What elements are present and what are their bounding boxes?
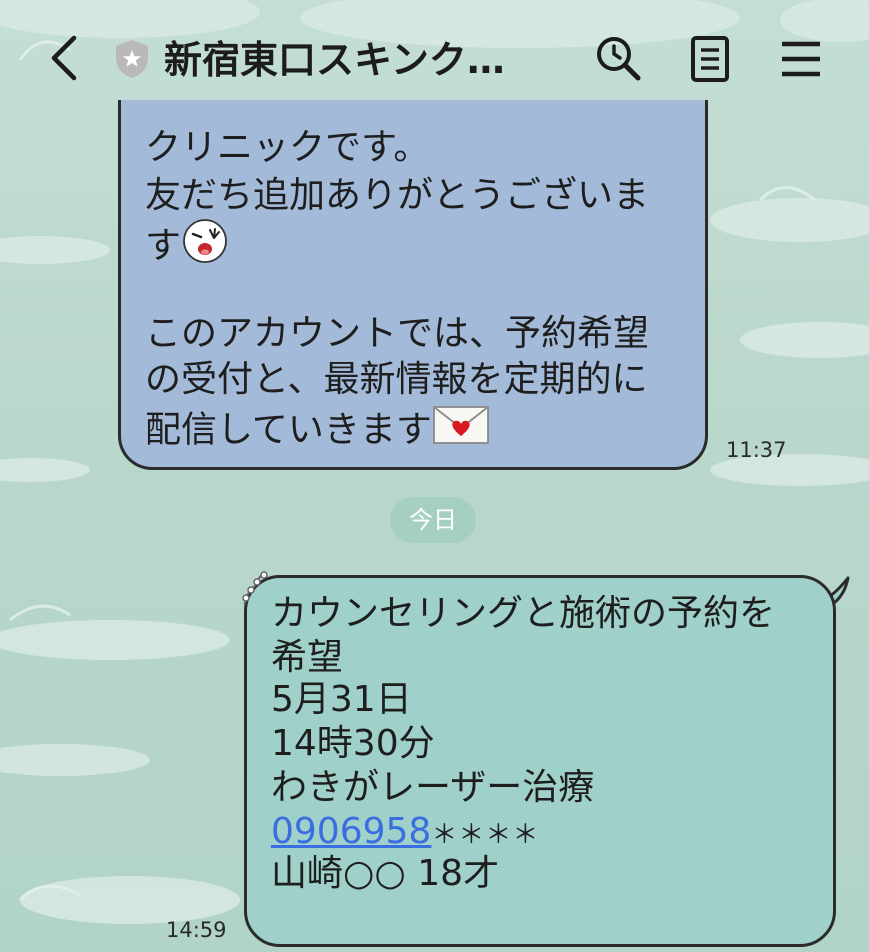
incoming-message-bubble[interactable]: クリニックです。 友だち追加ありがとうございま す このアカウントでは、予約希望… bbox=[118, 100, 708, 470]
message-line: わきがレーザー治療 bbox=[271, 767, 595, 808]
heart-envelope-icon bbox=[432, 404, 490, 459]
wink-face-sticker-icon bbox=[181, 218, 231, 277]
notes-icon[interactable] bbox=[683, 32, 737, 86]
message-timestamp: 11:37 bbox=[726, 438, 787, 462]
clip-decoration-icon bbox=[242, 571, 268, 605]
shield-star-icon bbox=[112, 38, 152, 80]
phone-number-line: 0906958＊＊＊＊ bbox=[271, 810, 539, 857]
message-line-with-emoji: 配信していきます bbox=[145, 404, 490, 459]
message-line: 希望 bbox=[271, 637, 344, 678]
message-timestamp: 14:59 bbox=[166, 918, 227, 942]
masked-digits: ＊＊＊＊ bbox=[431, 820, 540, 850]
message-line: カウンセリングと施術の予約を bbox=[271, 593, 776, 634]
message-line: 配信していきます bbox=[145, 409, 432, 451]
date-separator: 今日 bbox=[390, 497, 476, 543]
outgoing-message-bubble[interactable]: カウンセリングと施術の予約を 希望 5月31日 14時30分 わきがレーザー治療… bbox=[244, 575, 836, 947]
message-line-with-emoji: す bbox=[145, 218, 231, 277]
message-line: クリニックです。 bbox=[145, 127, 430, 168]
hamburger-menu-icon[interactable] bbox=[774, 32, 828, 86]
chat-title: 新宿東口スキンク… bbox=[164, 38, 505, 82]
message-line: す bbox=[145, 225, 182, 267]
search-icon[interactable] bbox=[592, 32, 646, 86]
message-line: 山崎○○ 18才 bbox=[271, 853, 500, 894]
phone-number-link[interactable]: 0906958 bbox=[271, 811, 431, 852]
message-line: 14時30分 bbox=[271, 723, 435, 764]
message-line: 友だち追加ありがとうございま bbox=[145, 175, 650, 216]
message-line: このアカウントでは、予約希望 bbox=[145, 313, 650, 354]
chevron-left-icon[interactable] bbox=[40, 30, 90, 86]
message-line: の受付と、最新情報を定期的に bbox=[145, 359, 648, 400]
message-line: 5月31日 bbox=[271, 679, 412, 720]
